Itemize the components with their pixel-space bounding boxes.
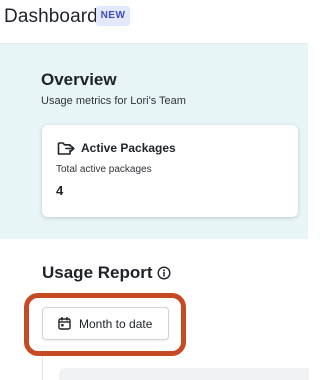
app-header: Dashboard NEW bbox=[0, 0, 308, 44]
package-export-icon bbox=[57, 142, 75, 155]
report-content-placeholder bbox=[59, 368, 309, 380]
overview-section: Overview Usage metrics for Lori's Team A… bbox=[0, 44, 308, 239]
page-title: Dashboard bbox=[4, 6, 98, 27]
card-label: Total active packages bbox=[56, 164, 152, 175]
date-range-label: Month to date bbox=[79, 317, 153, 331]
calendar-icon bbox=[58, 317, 71, 330]
active-packages-count: 4 bbox=[56, 183, 64, 198]
usage-report-title: Usage Report bbox=[42, 263, 153, 282]
overview-title: Overview bbox=[41, 70, 117, 89]
info-circle-icon[interactable] bbox=[157, 266, 171, 280]
card-title: Active Packages bbox=[81, 141, 176, 155]
month-to-date-button[interactable]: Month to date bbox=[42, 307, 169, 340]
usage-report-panel bbox=[42, 356, 309, 380]
overview-subtitle: Usage metrics for Lori's Team bbox=[41, 95, 186, 107]
new-badge: NEW bbox=[96, 6, 130, 26]
active-packages-card: Active Packages Total active packages 4 bbox=[42, 125, 298, 217]
